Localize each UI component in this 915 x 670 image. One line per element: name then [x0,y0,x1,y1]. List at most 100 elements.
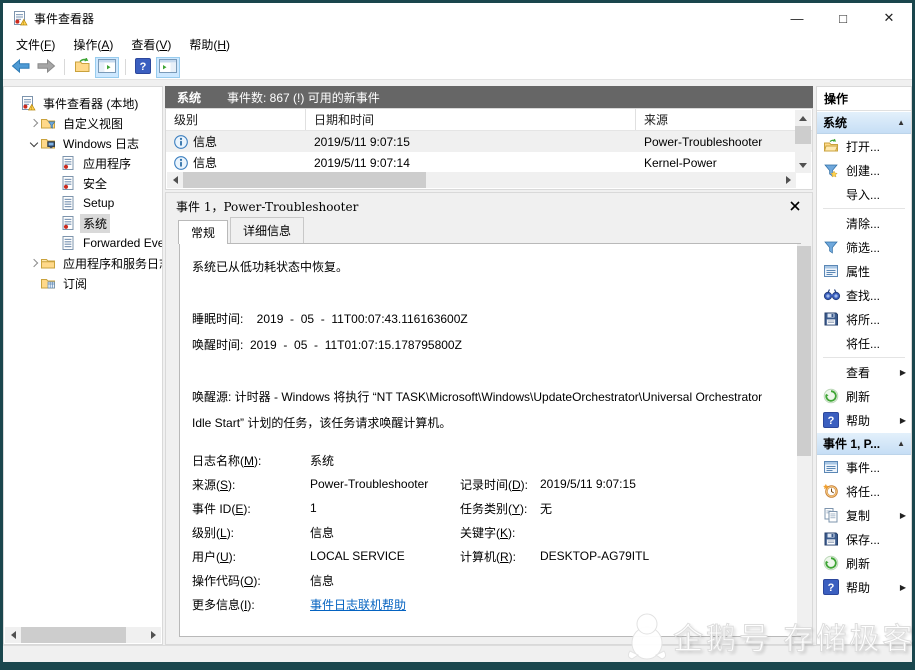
help-icon: ? [823,579,839,595]
scrollbar-thumb[interactable] [21,627,126,643]
tree-item-label: 系统 [80,213,111,233]
console-tree-toggle-button[interactable] [95,56,119,78]
action-item[interactable]: 查看 ▶ [817,360,911,384]
help-button[interactable]: ? [131,57,155,78]
menu-item[interactable]: 文件(F) [7,34,64,55]
tree-horizontal-scrollbar[interactable] [5,627,161,643]
tree-item[interactable]: 自定义视图 [4,113,162,133]
event-log-icon [60,155,77,171]
forward-arrow-button[interactable] [34,57,58,78]
action-item-label: 将任... [846,336,881,351]
action-item[interactable]: 将所... [817,307,911,331]
chevron-right-icon[interactable] [28,118,40,128]
scrollbar-thumb[interactable] [795,126,811,144]
detail-general-content: 系统已从低功耗状态中恢复。 睡眠时间: 2019 - 05 - 11T00:07:… [179,243,801,637]
field-label: 关键字(K): [460,525,516,540]
menu-item[interactable]: 操作(A) [64,34,122,55]
maximize-button[interactable]: □ [820,3,866,33]
help-icon: ? [135,57,151,77]
open-saved-log-button[interactable] [70,57,94,78]
save-icon [823,531,839,547]
tree-item[interactable]: 安全 [4,173,162,193]
description-line [192,358,776,384]
scroll-right-icon[interactable] [145,627,161,643]
action-item-label: 属性 [846,264,871,279]
column-header[interactable]: 级别 [166,109,306,130]
tree-item[interactable]: Forwarded Even [4,233,162,253]
tree-item[interactable]: Windows 日志 [4,133,162,153]
menu-item[interactable]: 查看(V) [122,34,180,55]
action-item[interactable]: 导入... [817,182,911,206]
action-item[interactable]: 创建... [817,158,911,182]
find-icon [823,287,841,303]
action-section-header[interactable]: 事件 1, P... ▲ [817,432,911,455]
action-item[interactable]: 筛选... [817,235,911,259]
collapse-arrow-icon[interactable]: ▲ [897,118,905,127]
tree-item[interactable]: 系统 [4,213,162,233]
action-section-title: 事件 1, P... [823,437,881,451]
field-label: 记录时间(D): [460,477,529,492]
action-item[interactable]: 刷新 [817,384,911,408]
action-section-header[interactable]: 系统 ▲ [817,111,911,134]
collapse-arrow-icon[interactable]: ▲ [897,439,905,448]
action-item[interactable]: ? 帮助 ▶ [817,575,911,599]
action-item[interactable]: 复制 ▶ [817,503,911,527]
close-button[interactable]: ✕ [866,3,912,33]
level-cell: 信息 [166,133,306,150]
tree-item-label: 订阅 [63,276,88,291]
action-item[interactable]: 清除... [817,211,911,235]
subscription-icon [40,275,57,291]
minimize-button[interactable]: — [774,3,820,33]
action-item[interactable]: 刷新 [817,551,911,575]
action-item[interactable]: 将任... [817,479,911,503]
event-viewer-icon: ! [20,95,37,111]
scroll-left-icon[interactable] [167,172,183,188]
tree-item[interactable]: 应用程序和服务日志 [4,253,162,273]
table-row[interactable]: 信息 2019/5/11 9:07:15 Power-Troubleshooter [166,131,812,152]
action-item[interactable]: 保存... [817,527,911,551]
action-item[interactable]: 属性 [817,259,911,283]
tree-item[interactable]: 订阅 [4,273,162,293]
chevron-right-icon[interactable] [28,258,40,268]
action-item[interactable]: 将任... [817,331,911,355]
detail-vertical-scrollbar[interactable] [797,244,811,636]
scroll-right-icon[interactable] [780,172,796,188]
scroll-up-icon[interactable] [795,110,811,126]
submenu-arrow-icon: ▶ [899,367,906,377]
menu-item[interactable]: 帮助(H) [180,34,239,55]
tree-item[interactable]: 应用程序 [4,153,162,173]
field-value: 无 [540,501,553,516]
scroll-down-icon[interactable] [795,157,811,173]
toolbar: ? [3,55,912,80]
back-arrow-button[interactable] [9,57,33,78]
action-separator [823,208,905,209]
tab-general[interactable]: 常规 [178,220,229,244]
close-icon[interactable] [788,199,802,213]
field-label: 任务类别(Y): [460,501,528,516]
scrollbar-thumb[interactable] [183,172,426,188]
tree-item[interactable]: ! 事件查看器 (本地) [4,93,162,113]
scroll-left-icon[interactable] [5,627,21,643]
tree-item-label: Forwarded Even [83,236,163,250]
open-folder-icon [823,138,839,154]
column-headers: 级别 日期和时间 来源 [166,109,812,131]
event-log-online-help-link[interactable]: 事件日志联机帮助 [310,596,460,613]
column-header[interactable]: 日期和时间 [306,109,636,130]
tree-item[interactable]: Setup [4,193,162,213]
action-item[interactable]: 查找... [817,283,911,307]
field-label: 更多信息(I): [192,597,255,612]
action-pane-toggle-button[interactable] [156,56,180,78]
action-item[interactable]: ? 帮助 ▶ [817,408,911,432]
column-header[interactable]: 来源 [636,109,794,130]
list-horizontal-scrollbar[interactable] [167,172,796,188]
action-item-label: 将任... [846,484,881,499]
tab-details[interactable]: 详细信息 [230,217,305,243]
list-vertical-scrollbar[interactable] [795,110,811,173]
detail-tabs: 常规 详细信息 [166,217,812,244]
action-item[interactable]: 事件... [817,455,911,479]
scrollbar-thumb[interactable] [797,246,811,456]
description-line [192,280,776,306]
chevron-down-icon[interactable] [28,138,40,148]
table-row[interactable]: 信息 2019/5/11 9:07:14 Kernel-Power [166,152,812,173]
action-item[interactable]: 打开... [817,134,911,158]
